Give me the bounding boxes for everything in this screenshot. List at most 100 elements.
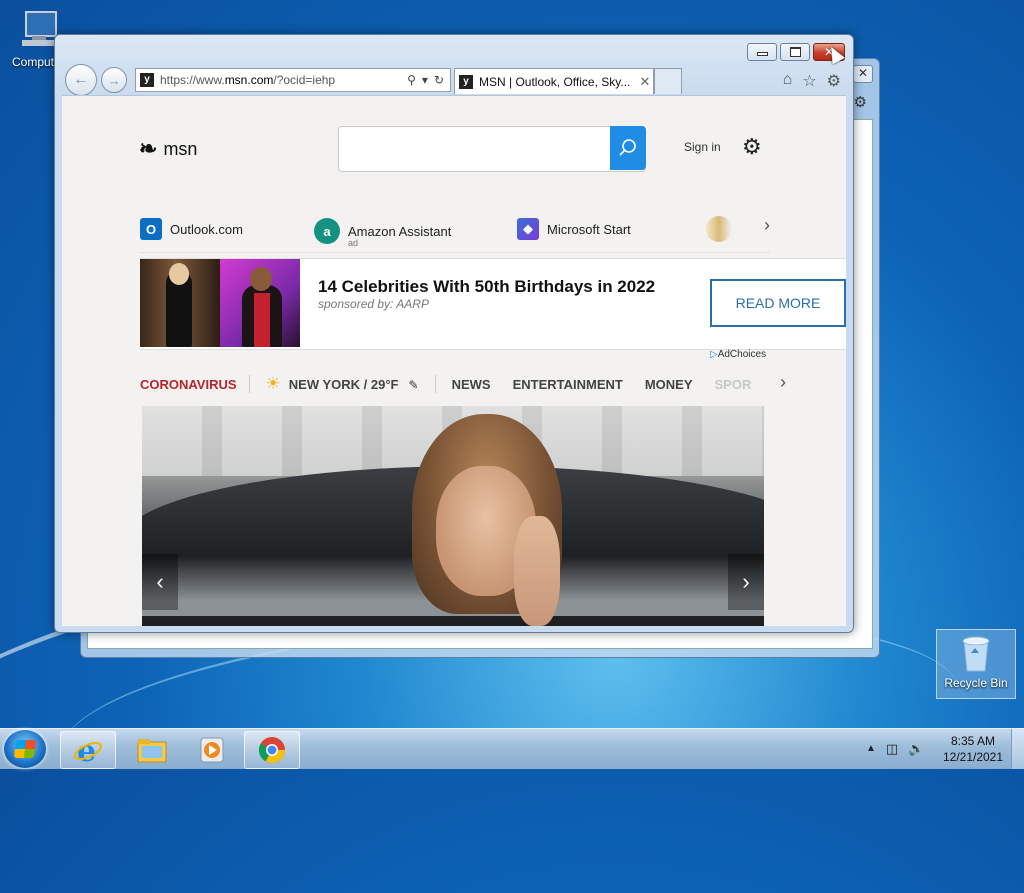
- category-nav: CORONAVIRUS ☀ NEW YORK / 29°F ✎ NEWS ENTE…: [140, 372, 790, 396]
- nav-money[interactable]: MONEY: [645, 377, 693, 392]
- carousel-next-button[interactable]: ›: [728, 554, 764, 610]
- chevron-right-icon[interactable]: ›: [780, 372, 786, 393]
- browser-commands: ⌂ ☆ ⚙: [783, 71, 841, 91]
- address-url[interactable]: https://www.msn.com/?ocid=iehp: [160, 73, 407, 87]
- chevron-down-icon[interactable]: ▾: [422, 73, 428, 87]
- tab-msn[interactable]: y MSN | Outlook, Office, Sky... ✕: [454, 68, 654, 94]
- read-more-button[interactable]: READ MORE: [710, 279, 846, 327]
- search-box: [338, 126, 646, 172]
- gear-icon[interactable]: ⚙: [827, 71, 841, 91]
- msn-favicon-icon: y: [459, 74, 473, 89]
- ad-image-celebrity-1: [140, 259, 220, 347]
- media-player-icon: [200, 737, 224, 763]
- taskbar-explorer[interactable]: [124, 731, 180, 769]
- star-icon[interactable]: ☆: [802, 71, 816, 91]
- clock[interactable]: 8:35 AM 12/21/2021: [936, 733, 1010, 765]
- faded-link-icon[interactable]: [706, 216, 732, 242]
- gear-icon[interactable]: ⚙: [854, 93, 867, 111]
- chevron-right-icon[interactable]: ›: [764, 215, 770, 236]
- sun-icon: ☀: [265, 374, 281, 393]
- desktop-icon-label: Computer: [12, 55, 58, 69]
- volume-icon[interactable]: 🔊: [908, 741, 924, 757]
- settings-gear-icon[interactable]: ⚙: [742, 134, 762, 160]
- sign-in-link[interactable]: Sign in: [684, 140, 721, 154]
- taskbar-media-player[interactable]: [184, 731, 240, 769]
- msn-favicon-icon: y: [140, 73, 154, 87]
- ad-image-celebrity-2: [220, 259, 300, 347]
- outlook-icon: O: [140, 218, 162, 240]
- quick-link-label: Outlook.com: [170, 221, 243, 237]
- divider: [140, 252, 770, 253]
- new-tab-button[interactable]: [654, 68, 682, 94]
- quick-link-microsoft-start[interactable]: ◆ Microsoft Start: [517, 218, 631, 240]
- ad-banner[interactable]: 14 Celebrities With 50th Birthdays in 20…: [140, 258, 846, 350]
- url-path: /?ocid=iehp: [273, 73, 336, 87]
- minimize-button[interactable]: [747, 43, 777, 61]
- start-button[interactable]: [4, 730, 46, 768]
- taskbar-internet-explorer[interactable]: e: [60, 731, 116, 769]
- desktop-icon-label: Recycle Bin: [944, 676, 1008, 690]
- internet-explorer-icon: e: [74, 734, 102, 766]
- maximize-icon: [789, 47, 801, 57]
- search-button[interactable]: [610, 126, 646, 170]
- quick-link-outlook[interactable]: O Outlook.com: [140, 218, 243, 240]
- carousel-prev-button[interactable]: ‹: [142, 554, 178, 610]
- nav-coronavirus[interactable]: CORONAVIRUS: [140, 377, 237, 392]
- pencil-icon[interactable]: ✎: [409, 378, 419, 392]
- msn-logo[interactable]: ❧ msn: [139, 136, 197, 162]
- url-prefix: https://www.: [160, 73, 225, 87]
- network-icon[interactable]: ◫: [886, 741, 898, 757]
- arrow-right-icon: →: [107, 72, 121, 88]
- adchoices-link[interactable]: ▷AdChoices: [710, 349, 766, 360]
- home-icon[interactable]: ⌂: [783, 71, 793, 91]
- minimize-icon: [756, 52, 768, 56]
- chrome-icon: [258, 737, 286, 764]
- nav-weather[interactable]: NEW YORK / 29°F ✎: [289, 377, 419, 392]
- ad-headline[interactable]: 14 Celebrities With 50th Birthdays in 20…: [318, 277, 655, 297]
- maximize-button[interactable]: [780, 43, 810, 61]
- microsoft-start-icon: ◆: [517, 218, 539, 240]
- desktop-icon-recycle-bin[interactable]: Recycle Bin: [936, 629, 1016, 699]
- weather-label: NEW YORK / 29°F: [288, 376, 399, 392]
- folder-icon: [137, 739, 167, 763]
- search-input[interactable]: [349, 127, 613, 169]
- ad-label: ad: [348, 238, 359, 248]
- clock-time: 8:35 AM: [950, 734, 996, 748]
- show-hidden-icons-icon[interactable]: ▲: [866, 741, 876, 757]
- hero-person-hand: [514, 516, 560, 626]
- address-bar[interactable]: y https://www.msn.com/?ocid=iehp ⚲ ▾ ↻: [135, 68, 451, 92]
- computer-icon: [12, 8, 60, 52]
- show-desktop-button[interactable]: [1011, 729, 1024, 769]
- adchoices-icon: ▷: [710, 349, 718, 360]
- forward-button[interactable]: →: [101, 67, 127, 93]
- clock-date: 12/21/2021: [942, 750, 1004, 764]
- browser-window[interactable]: ✕ ← → y https://www.msn.com/?ocid=iehp ⚲…: [54, 34, 854, 633]
- nav-entertainment[interactable]: ENTERTAINMENT: [513, 377, 623, 392]
- chevron-left-icon: ‹: [156, 569, 164, 594]
- taskbar-chrome[interactable]: [244, 731, 300, 769]
- quick-link-label: Amazon Assistant: [348, 223, 452, 239]
- nav-separator: [248, 375, 250, 393]
- quick-link-label: Microsoft Start: [547, 221, 631, 237]
- taskbar: e ▲ ◫ 🔊 8:35 AM 12/21/2021: [0, 728, 1024, 769]
- search-icon[interactable]: ⚲: [407, 73, 416, 87]
- chevron-right-icon: ›: [742, 569, 750, 594]
- nav-sports[interactable]: SPOR: [715, 377, 752, 392]
- refresh-icon[interactable]: ↻: [434, 73, 444, 87]
- close-icon[interactable]: ✕: [853, 65, 873, 83]
- windows-logo-icon: [13, 740, 37, 758]
- quick-link-amazon-assistant[interactable]: a Amazon Assistant ad: [314, 218, 452, 248]
- hero-carousel[interactable]: ‹ ›: [142, 406, 764, 626]
- tab-title: MSN | Outlook, Office, Sky...: [479, 74, 631, 89]
- recycle-bin-icon: [952, 633, 1000, 673]
- url-domain: msn.com: [224, 73, 274, 87]
- nav-news[interactable]: NEWS: [452, 377, 491, 392]
- address-tools: ⚲ ▾ ↻: [407, 73, 444, 87]
- nav-separator: [434, 375, 436, 393]
- close-tab-icon[interactable]: ✕: [637, 74, 653, 90]
- adchoices-label: AdChoices: [717, 349, 767, 360]
- back-button[interactable]: ←: [65, 64, 97, 96]
- page-viewport: ❧ msn Sign in ⚙ O Outlook.com a Amazon A…: [62, 95, 846, 626]
- amazon-assistant-icon: a: [314, 218, 340, 244]
- system-tray: ▲ ◫ 🔊: [866, 741, 924, 757]
